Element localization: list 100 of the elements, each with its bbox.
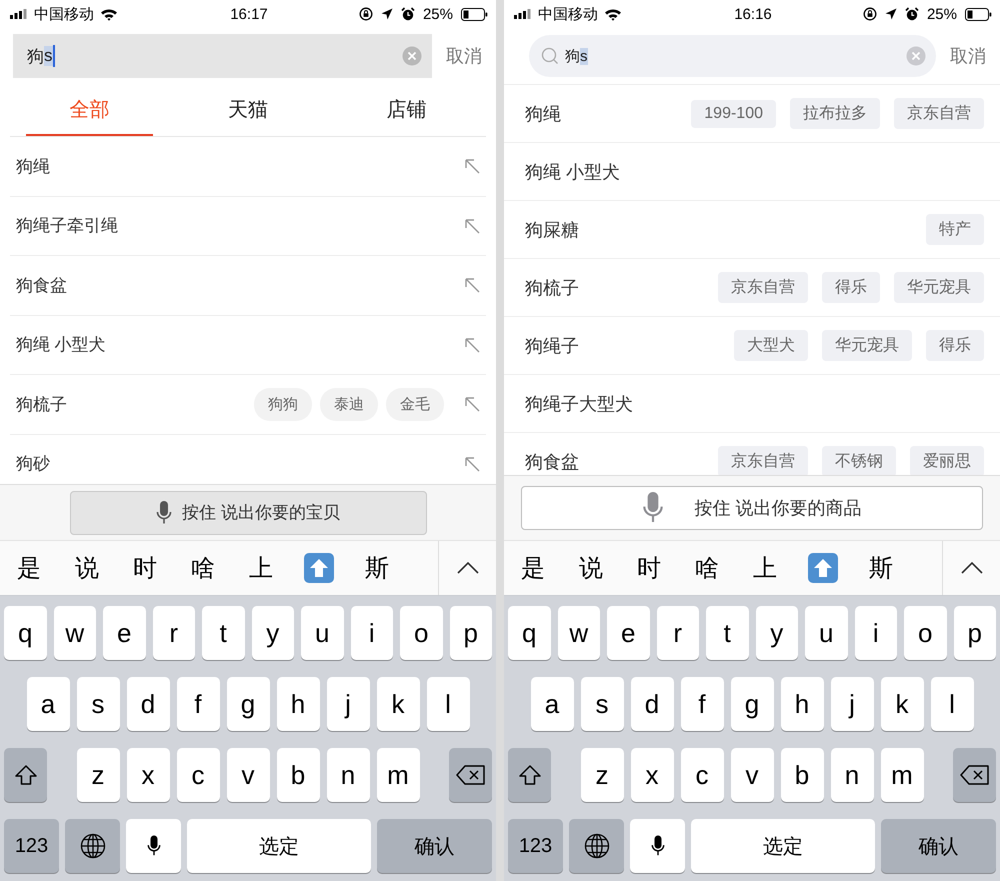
suggestion[interactable]: 狗食盆 bbox=[16, 274, 444, 297]
suggestion-tag[interactable]: 金毛 bbox=[386, 388, 444, 421]
key[interactable]: o bbox=[904, 606, 946, 660]
key[interactable]: y bbox=[252, 606, 294, 660]
key[interactable]: b bbox=[276, 748, 320, 802]
tab[interactable]: 天猫 bbox=[184, 84, 312, 136]
key[interactable]: s bbox=[580, 677, 624, 731]
key[interactable]: c bbox=[680, 748, 724, 802]
suggestion[interactable]: 狗绳子牵引绳 bbox=[16, 214, 444, 238]
voice-search-button[interactable]: 按住 说出你要的宝贝 bbox=[70, 490, 426, 534]
suggestion-tag[interactable]: 狗狗 bbox=[254, 388, 312, 421]
key[interactable]: l bbox=[930, 677, 974, 731]
candidate-word[interactable]: 是 bbox=[504, 552, 562, 584]
suggestion[interactable]: 狗绳 小型犬 bbox=[525, 160, 984, 184]
key[interactable]: w bbox=[558, 606, 600, 660]
key[interactable]: o bbox=[400, 606, 442, 660]
arrow-up-left-icon[interactable] bbox=[464, 396, 480, 412]
suggestion[interactable]: 狗绳 bbox=[16, 154, 444, 178]
key[interactable]: l bbox=[426, 677, 470, 731]
dictation-key[interactable] bbox=[126, 819, 181, 873]
key[interactable]: n bbox=[326, 748, 370, 802]
key[interactable]: f bbox=[680, 677, 724, 731]
key[interactable]: m bbox=[880, 748, 924, 802]
clear-icon[interactable] bbox=[402, 46, 422, 66]
tab[interactable]: 店铺 bbox=[343, 84, 470, 136]
suggestion-tag[interactable]: 爱丽思 bbox=[910, 446, 984, 475]
tab[interactable]: 全部 bbox=[26, 84, 153, 136]
search-field[interactable]: 狗s bbox=[529, 35, 936, 77]
key[interactable]: x bbox=[126, 748, 170, 802]
key[interactable]: c bbox=[176, 748, 220, 802]
key[interactable]: w bbox=[54, 606, 96, 660]
arrow-up-left-icon[interactable] bbox=[464, 218, 480, 234]
key[interactable]: e bbox=[607, 606, 650, 660]
suggestion[interactable]: 狗食盆 bbox=[525, 450, 704, 474]
suggestion-tag[interactable]: 京东自营 bbox=[718, 272, 808, 303]
key[interactable]: h bbox=[276, 677, 320, 731]
arrow-up-left-icon[interactable] bbox=[464, 277, 480, 294]
arrow-up-left-icon[interactable] bbox=[464, 456, 480, 472]
key[interactable]: n bbox=[830, 748, 874, 802]
key[interactable]: x bbox=[630, 748, 674, 802]
key[interactable]: h bbox=[780, 677, 824, 731]
suggestion-tag[interactable]: 特产 bbox=[926, 214, 984, 245]
key[interactable]: i bbox=[350, 606, 393, 660]
suggestion-tag[interactable]: 泰迪 bbox=[320, 388, 378, 421]
key[interactable]: q bbox=[508, 606, 550, 660]
suggestion-tag[interactable]: 京东自营 bbox=[718, 446, 808, 475]
key[interactable]: i bbox=[854, 606, 897, 660]
candidate-word[interactable]: 时 bbox=[620, 552, 678, 584]
key[interactable]: p bbox=[450, 606, 492, 660]
key[interactable]: g bbox=[730, 677, 774, 731]
candidate-word[interactable]: 啥 bbox=[174, 552, 232, 584]
key[interactable]: v bbox=[226, 748, 270, 802]
key[interactable]: t bbox=[706, 606, 748, 660]
key[interactable]: p bbox=[954, 606, 996, 660]
key[interactable]: t bbox=[202, 606, 244, 660]
key[interactable]: y bbox=[756, 606, 798, 660]
key[interactable]: m bbox=[376, 748, 420, 802]
candidate-word[interactable]: 斯 bbox=[852, 552, 910, 584]
key[interactable]: k bbox=[376, 677, 420, 731]
suggestion-tag[interactable]: 得乐 bbox=[822, 272, 880, 303]
candidate-word[interactable]: 说 bbox=[562, 552, 620, 584]
key[interactable]: z bbox=[580, 748, 624, 802]
suggestion-tag[interactable]: 拉布拉多 bbox=[790, 98, 880, 129]
delete-key[interactable] bbox=[953, 748, 996, 802]
numbers-key[interactable]: 123 bbox=[508, 819, 563, 873]
suggestion-tag[interactable]: 京东自营 bbox=[894, 98, 984, 129]
suggestion-tag[interactable]: 大型犬 bbox=[734, 330, 808, 361]
candidate-word[interactable]: 上 bbox=[232, 552, 290, 584]
suggestion[interactable]: 狗绳子大型犬 bbox=[525, 392, 984, 416]
suggestion[interactable]: 狗绳 bbox=[525, 102, 678, 126]
suggestion[interactable]: 狗屎糖 bbox=[525, 218, 912, 242]
arrow-up-left-icon[interactable] bbox=[464, 158, 480, 174]
space-key[interactable]: 选定 bbox=[187, 819, 371, 873]
candidate-word[interactable]: 是 bbox=[0, 552, 58, 584]
key[interactable]: s bbox=[76, 677, 120, 731]
shift-key[interactable] bbox=[508, 748, 551, 802]
shift-key[interactable] bbox=[4, 748, 47, 802]
candidate-word[interactable]: 斯 bbox=[348, 552, 406, 584]
numbers-key[interactable]: 123 bbox=[4, 819, 59, 873]
key[interactable]: j bbox=[326, 677, 370, 731]
confirm-key[interactable]: 确认 bbox=[377, 819, 492, 873]
voice-search-button[interactable]: 按住 说出你要的商品 bbox=[521, 486, 983, 530]
cancel-button[interactable]: 取消 bbox=[446, 44, 482, 68]
key[interactable]: u bbox=[301, 606, 344, 660]
cancel-button[interactable]: 取消 bbox=[950, 44, 986, 68]
candidate-word[interactable]: 说 bbox=[58, 552, 116, 584]
suggestion[interactable]: 狗梳子 bbox=[525, 276, 704, 300]
key[interactable]: d bbox=[126, 677, 170, 731]
candidate-word[interactable]: 上 bbox=[736, 552, 794, 584]
key[interactable]: b bbox=[780, 748, 824, 802]
key[interactable]: v bbox=[730, 748, 774, 802]
key[interactable]: r bbox=[656, 606, 699, 660]
space-key[interactable]: 选定 bbox=[691, 819, 875, 873]
key[interactable]: q bbox=[4, 606, 46, 660]
search-field[interactable]: 狗s bbox=[13, 34, 432, 78]
key[interactable]: u bbox=[805, 606, 848, 660]
key[interactable]: f bbox=[176, 677, 220, 731]
suggestion-tag[interactable]: 得乐 bbox=[926, 330, 984, 361]
suggestion[interactable]: 狗绳子 bbox=[525, 334, 720, 358]
dictation-key[interactable] bbox=[630, 819, 685, 873]
